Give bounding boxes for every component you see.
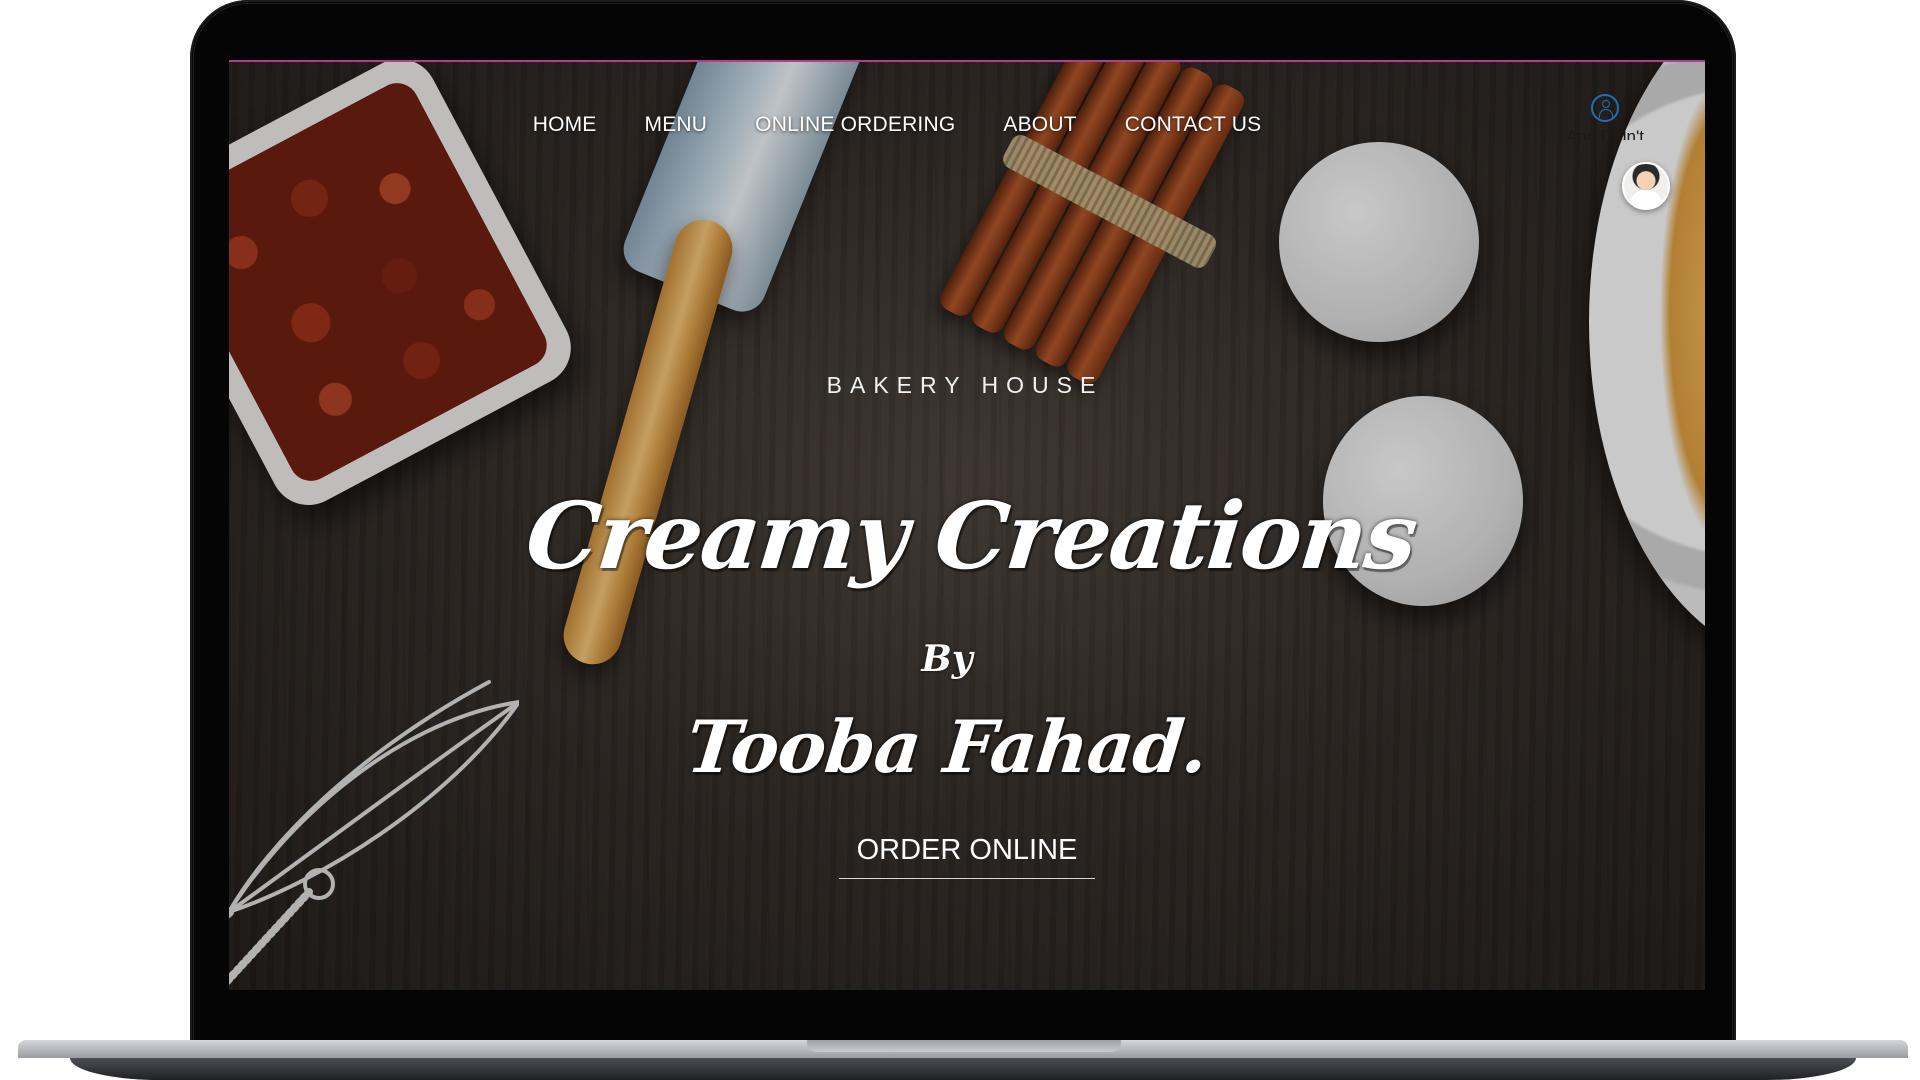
main-navigation: HOME MENU ONLINE ORDERING ABOUT CONTACT …	[229, 112, 1635, 138]
nav-item-online-ordering[interactable]: ONLINE ORDERING	[731, 112, 979, 138]
hero-title: Creamy Creations	[521, 482, 1421, 590]
login-label: Ann Didn't	[1566, 128, 1644, 140]
nav-item-home[interactable]: HOME	[509, 112, 621, 138]
order-online-button[interactable]: ORDER ONLINE	[839, 828, 1095, 879]
login-button[interactable]: Ann Didn't	[1545, 94, 1665, 140]
hero-author: Tooba Fahad.	[682, 704, 1212, 789]
laptop-notch	[807, 1040, 1121, 1052]
hero-tagline: BAKERY HOUSE	[826, 372, 1104, 398]
nav-item-menu[interactable]: MENU	[621, 112, 732, 138]
nav-item-contact-us[interactable]: CONTACT US	[1101, 112, 1286, 138]
nav-item-about[interactable]: ABOUT	[979, 112, 1100, 138]
user-circle-icon	[1591, 94, 1619, 122]
chat-avatar-icon[interactable]	[1622, 162, 1670, 210]
website-screen: HOME MENU ONLINE ORDERING ABOUT CONTACT …	[229, 60, 1705, 990]
device-mockup: HOME MENU ONLINE ORDERING ABOUT CONTACT …	[0, 0, 1920, 1080]
laptop-base-shadow	[70, 1058, 1856, 1080]
hero-by: By	[921, 638, 973, 680]
